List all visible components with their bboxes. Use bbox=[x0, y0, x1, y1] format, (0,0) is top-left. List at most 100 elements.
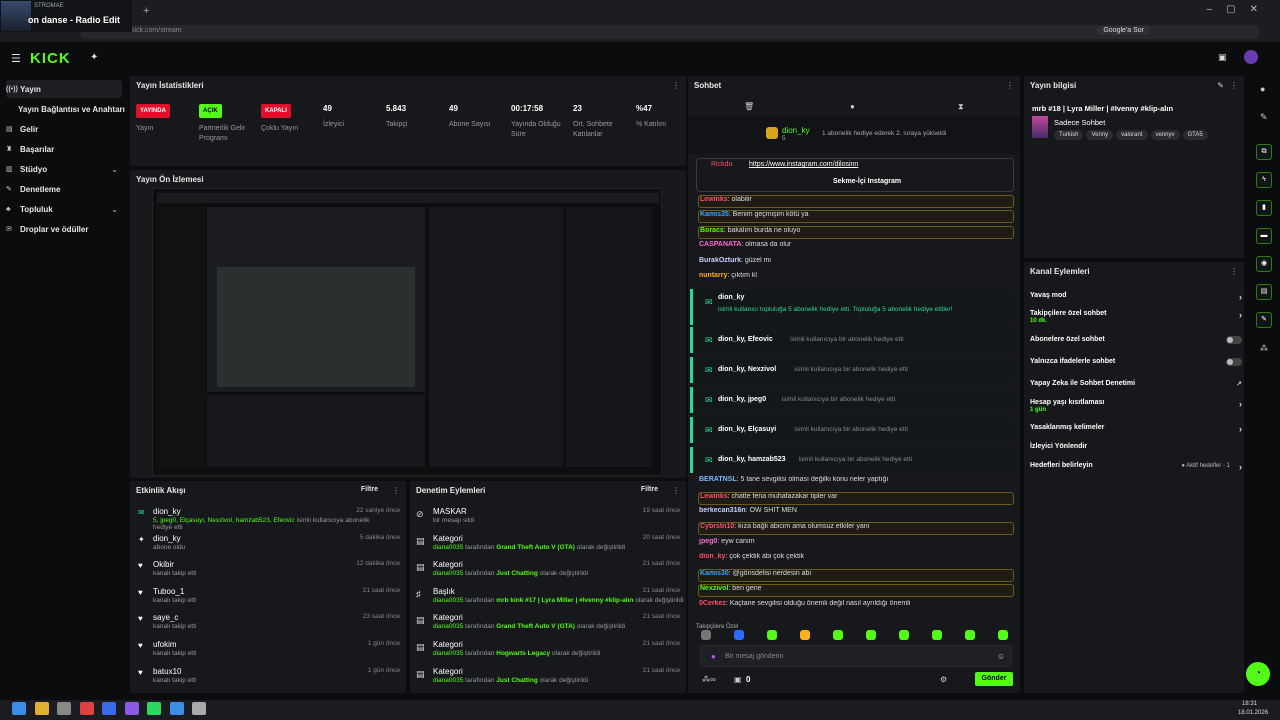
sidebar-item-1[interactable]: Yayın Bağlantısı ve Anahtarı bbox=[18, 100, 134, 118]
action-row[interactable]: Hesap yaşı kısıtlaması 1 gün › bbox=[1030, 399, 1242, 415]
action-row[interactable]: Abonelere özel sohbet bbox=[1030, 336, 1242, 352]
gift-user[interactable]: dion_ky, hamzab523 bbox=[718, 456, 786, 463]
users-icon[interactable]: ⁂ bbox=[1260, 344, 1268, 353]
chevron-right-icon[interactable]: › bbox=[1239, 399, 1242, 409]
chat-user[interactable]: BurakOzturk bbox=[699, 257, 741, 264]
link-url[interactable]: https://www.instagram.com/dilosinn bbox=[749, 161, 858, 168]
activity-user[interactable]: batux10 bbox=[153, 667, 181, 676]
pinned-user[interactable]: dion_ky bbox=[782, 126, 810, 135]
signal-icon[interactable]: ◉ bbox=[1256, 256, 1272, 272]
instagram-button[interactable]: Sekme-İçi Instagram bbox=[833, 178, 901, 185]
moderator[interactable]: diana0035 bbox=[433, 570, 463, 577]
new-tab-button[interactable]: + bbox=[143, 5, 149, 17]
chat-user[interactable]: 0Cerkez bbox=[699, 600, 726, 607]
avatar[interactable] bbox=[1244, 50, 1258, 64]
sidebar-item-5[interactable]: ✎ Denetleme bbox=[6, 180, 122, 198]
more-icon[interactable]: ⋮ bbox=[392, 486, 400, 495]
gift-user[interactable]: dion_ky, Efeovic bbox=[718, 336, 773, 343]
emote-icon[interactable] bbox=[701, 630, 711, 640]
chat-user[interactable]: BERATNSL bbox=[699, 476, 737, 483]
kick-logo[interactable]: KICK bbox=[30, 50, 71, 67]
activity-user[interactable]: dion_ky bbox=[153, 534, 181, 543]
chevron-down-icon[interactable]: ⌄ bbox=[111, 205, 118, 214]
sidebar-item-4[interactable]: ▥ Stüdyo ⌄ bbox=[6, 160, 122, 178]
action-row[interactable]: Yasaklanmış kelimeler › bbox=[1030, 424, 1242, 440]
emote-icon[interactable] bbox=[932, 630, 942, 640]
info-icon[interactable]: ● bbox=[1260, 84, 1265, 94]
layout-icon[interactable]: ▤ bbox=[1256, 284, 1272, 300]
more-icon[interactable]: ⋮ bbox=[672, 486, 680, 495]
chat-user[interactable]: Lewinks bbox=[700, 196, 728, 203]
trash-icon[interactable]: 🗑 bbox=[744, 102, 754, 111]
emote-icon[interactable] bbox=[866, 630, 876, 640]
chat-user[interactable]: Kamis30 bbox=[700, 570, 729, 577]
activity-user[interactable]: ufokim bbox=[153, 640, 177, 649]
chevron-down-icon[interactable]: ⌄ bbox=[111, 165, 118, 174]
moderator[interactable]: diana0035 bbox=[433, 544, 463, 551]
explorer-icon[interactable] bbox=[34, 702, 49, 715]
toggle-switch[interactable] bbox=[1226, 358, 1242, 366]
chat-settings-icon[interactable]: ⚙ bbox=[940, 675, 947, 684]
support-icon[interactable]: ◔ bbox=[1246, 662, 1270, 686]
start-icon[interactable] bbox=[12, 702, 26, 715]
chevron-right-icon[interactable]: › bbox=[1239, 292, 1242, 302]
activity-user[interactable]: saye_c bbox=[153, 613, 178, 622]
moderator[interactable]: diana0035 bbox=[433, 677, 463, 684]
pin-icon[interactable]: ✦ bbox=[90, 52, 98, 63]
chat-user[interactable]: jpeg0 bbox=[699, 538, 717, 545]
chat-user[interactable]: Lewinks bbox=[700, 493, 728, 500]
sidebar-item-7[interactable]: ✉ Droplar ve ödüller bbox=[6, 220, 122, 238]
more-icon[interactable]: ⋮ bbox=[1006, 81, 1014, 90]
action-row[interactable]: Yavaş mod › bbox=[1030, 292, 1242, 308]
chat-user[interactable]: Boracs bbox=[700, 227, 724, 234]
gift-user[interactable]: dion_ky, Elçasuyi bbox=[718, 426, 776, 433]
activity-filter-button[interactable]: Filtre bbox=[361, 486, 378, 493]
toggle-switch[interactable] bbox=[1226, 336, 1242, 344]
media-widget[interactable]: STROMAE on danse - Radio Edit bbox=[0, 0, 132, 32]
dashboard-icon[interactable]: ▣ bbox=[1218, 52, 1227, 63]
mic-icon[interactable]: ● bbox=[711, 652, 716, 661]
app-icon[interactable] bbox=[57, 702, 71, 715]
doc-icon[interactable]: ▮ bbox=[1256, 200, 1272, 216]
moderator[interactable]: diana0035 bbox=[433, 597, 463, 604]
emote-icon[interactable] bbox=[899, 630, 909, 640]
activity-user[interactable]: dion_ky bbox=[153, 507, 181, 516]
emote-icon[interactable] bbox=[800, 630, 810, 640]
hourglass-icon[interactable]: ⧗ bbox=[958, 102, 964, 112]
send-button[interactable]: Gönder bbox=[975, 672, 1013, 686]
moderator[interactable]: diana0035 bbox=[433, 650, 463, 657]
emoji-icon[interactable]: ☺ bbox=[997, 652, 1005, 661]
gift-user[interactable]: dion_ky, Nexzivol bbox=[718, 366, 776, 373]
chevron-right-icon[interactable]: › bbox=[1239, 424, 1242, 434]
more-icon[interactable]: ⋮ bbox=[1230, 81, 1238, 90]
spotify-icon[interactable] bbox=[147, 702, 161, 715]
emote-icon[interactable] bbox=[965, 630, 975, 640]
chat-icon[interactable]: ▬ bbox=[1256, 228, 1272, 244]
sidebar-item-2[interactable]: ▤ Gelir bbox=[6, 120, 122, 138]
discord-icon[interactable] bbox=[124, 702, 139, 715]
address-bar[interactable]: dashboard.kick.com/stream Google'a Sor bbox=[80, 25, 1260, 39]
chat-user[interactable]: dion_ky bbox=[699, 553, 725, 560]
activity-user[interactable]: Okibir bbox=[153, 560, 174, 569]
users-icon[interactable]: ⁂∞ bbox=[702, 675, 716, 684]
chat-user[interactable]: Cybrstn10 bbox=[700, 523, 734, 530]
action-row[interactable]: Yapay Zeka ile Sohbet Denetimi ↗ bbox=[1030, 380, 1242, 396]
emote-icon[interactable] bbox=[734, 630, 744, 640]
moderator[interactable]: diana0035 bbox=[433, 623, 463, 630]
more-icon[interactable]: ⋮ bbox=[1230, 267, 1238, 276]
chat-user[interactable]: Kamis35 bbox=[700, 211, 729, 218]
gift-user[interactable]: dion_ky, jpeg0 bbox=[718, 396, 766, 403]
action-row[interactable]: Yalnızca ifadelerle sohbet bbox=[1030, 358, 1242, 374]
sidebar-item-0[interactable]: ((•)) Yayın bbox=[6, 80, 122, 98]
clip-icon[interactable]: ⧉ bbox=[1256, 144, 1272, 160]
chat-user[interactable]: nuntarry bbox=[699, 272, 727, 279]
bolt-icon[interactable]: ϟ bbox=[1256, 172, 1272, 188]
action-row[interactable]: Takipçilere özel sohbet 10 dk. › bbox=[1030, 310, 1242, 326]
menu-icon[interactable]: ☰ bbox=[11, 52, 21, 65]
stream-preview[interactable] bbox=[152, 188, 662, 476]
activity-user[interactable]: Tuboo_1 bbox=[153, 587, 184, 596]
chat-user[interactable]: Nexzivol bbox=[700, 585, 728, 592]
sidebar-item-3[interactable]: ♜ Başarılar bbox=[6, 140, 122, 158]
chrome-profile-icon[interactable] bbox=[102, 702, 116, 715]
chevron-right-icon[interactable]: › bbox=[1239, 310, 1242, 320]
